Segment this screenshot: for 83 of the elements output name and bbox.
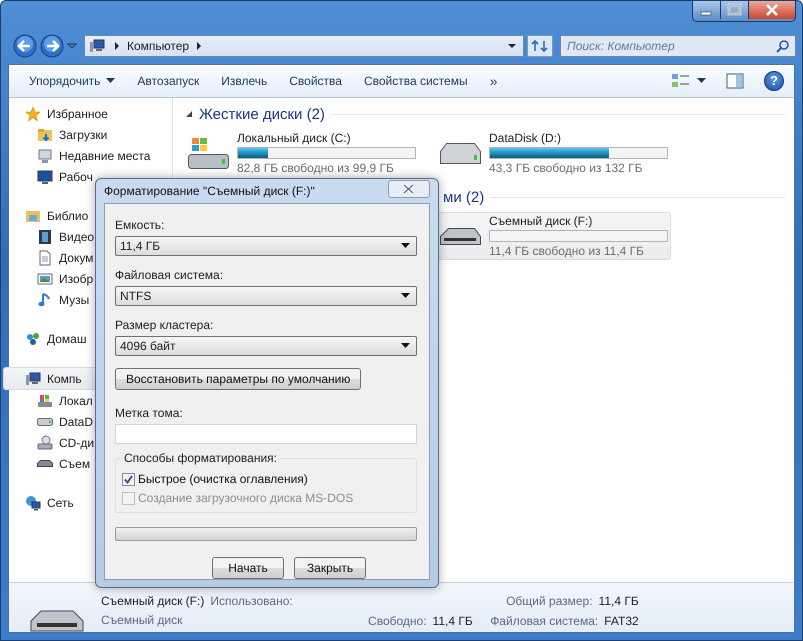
group-title: Способы форматирования: bbox=[122, 451, 279, 465]
dialog-title: Форматирование "Съемный диск (F:)" bbox=[104, 184, 315, 198]
field-label: Размер кластера: bbox=[115, 318, 214, 332]
film-icon bbox=[37, 228, 53, 244]
detail-label: Свободно: bbox=[368, 614, 427, 628]
toolbar-button[interactable]: Свойства bbox=[281, 70, 350, 92]
detail-label: Использовано: bbox=[210, 594, 293, 608]
dropdown[interactable]: 11,4 ГБ bbox=[115, 236, 417, 256]
drive-name: DataDisk (D:) bbox=[489, 131, 562, 145]
dropdown[interactable]: 4096 байт bbox=[115, 336, 417, 356]
drive-tile[interactable]: Съемный диск (F:) 11,4 ГБ свободно из 11,4 ГБ bbox=[437, 212, 671, 260]
caret-icon bbox=[106, 78, 116, 84]
search-icon[interactable] bbox=[776, 39, 790, 53]
hard-drive-icon bbox=[440, 142, 481, 164]
sidebar-item[interactable]: CD-ди bbox=[9, 432, 166, 453]
dropdown-caret-icon bbox=[401, 243, 410, 249]
drive-tile[interactable]: DataDisk (D:) 43,3 ГБ свободно из 132 ГБ bbox=[437, 129, 671, 177]
toolbar-button[interactable]: Извлечь bbox=[213, 70, 276, 92]
sidebar-item[interactable]: Избранное bbox=[9, 103, 166, 124]
refresh-icon[interactable] bbox=[527, 35, 553, 57]
drive-name: Локальный диск (C:) bbox=[237, 131, 352, 145]
organize-menu-button[interactable]: Упорядочить bbox=[21, 70, 124, 92]
detail-label: Общий размер: bbox=[506, 594, 593, 608]
free-space-text: 11,4 ГБ свободно из 11,4 ГБ bbox=[489, 244, 646, 258]
network-people-icon bbox=[25, 330, 41, 346]
detail-value: 11,4 ГБ bbox=[598, 594, 639, 608]
caret-icon[interactable] bbox=[697, 78, 706, 84]
computer-icon bbox=[89, 38, 107, 54]
group-heading: Жесткие диски (2) bbox=[199, 106, 325, 122]
view-options-icon[interactable] bbox=[671, 73, 691, 89]
drive-tile[interactable]: Локальный диск (C:) 82,8 ГБ свободно из 99,9 ГБ bbox=[185, 129, 419, 177]
detail-label: Файловая система: bbox=[490, 614, 598, 628]
search-field[interactable]: Поиск: Компьютер bbox=[560, 35, 796, 57]
drive-name: Съемный диск (F:) bbox=[489, 214, 594, 228]
toolbar-button[interactable]: Свойства системы bbox=[356, 70, 476, 92]
preview-pane-icon[interactable] bbox=[726, 73, 744, 89]
close-icon[interactable] bbox=[749, 1, 795, 19]
checkbox-label[interactable]: Быстрое (очистка оглавления) bbox=[138, 472, 308, 486]
computer-icon bbox=[25, 370, 41, 386]
close-button[interactable]: Закрыть bbox=[294, 557, 366, 579]
drive-name: Съемный диск (F:) bbox=[101, 594, 204, 608]
drive-with-windows-logo-icon bbox=[188, 138, 229, 168]
chevron-icon[interactable] bbox=[113, 41, 121, 51]
sidebar-item[interactable]: Недавние места bbox=[9, 145, 166, 166]
folder-icon bbox=[37, 126, 53, 142]
detail-value: 11,4 ГБ bbox=[432, 614, 473, 628]
start-button[interactable]: Начать bbox=[212, 557, 284, 579]
drive-icon bbox=[37, 418, 53, 426]
close-icon[interactable] bbox=[388, 180, 430, 198]
dropdown[interactable]: NTFS bbox=[115, 286, 417, 306]
breadcrumb[interactable]: Компьютер bbox=[127, 39, 190, 53]
input-field[interactable] bbox=[115, 424, 417, 444]
chevron-icon[interactable] bbox=[195, 41, 204, 51]
toolbar-button[interactable]: Автозапуск bbox=[129, 70, 208, 92]
document-icon bbox=[37, 250, 53, 266]
field-label: Емкость: bbox=[115, 218, 166, 232]
more-commands-button[interactable]: » bbox=[482, 69, 506, 93]
monitor-icon bbox=[37, 148, 53, 164]
removable-drive-icon bbox=[440, 228, 481, 244]
removable-drive-icon bbox=[37, 460, 53, 467]
drive-icon bbox=[37, 392, 53, 408]
star-icon bbox=[25, 106, 41, 122]
sidebar-item[interactable]: Рабоч bbox=[9, 166, 166, 187]
sidebar-item[interactable]: Загрузки bbox=[9, 124, 166, 145]
collapse-arrow-icon[interactable] bbox=[185, 110, 193, 118]
checkbox-label: Создание загрузочного диска MS-DOS bbox=[138, 491, 354, 505]
picture-icon bbox=[37, 270, 53, 286]
checkbox[interactable] bbox=[122, 472, 135, 486]
address-bar[interactable]: Компьютер bbox=[84, 35, 524, 57]
group-heading: ми (2) bbox=[443, 188, 484, 206]
drive-type: Съемный диск bbox=[101, 613, 184, 627]
dropdown-caret-icon bbox=[401, 343, 410, 349]
detail-value: FAT32 bbox=[604, 614, 639, 628]
dropdown-caret-icon[interactable] bbox=[507, 41, 517, 51]
network-icon bbox=[25, 494, 41, 510]
dropdown-caret-icon bbox=[401, 293, 410, 299]
monitor-icon bbox=[37, 168, 53, 184]
restore-defaults-button[interactable]: Восстановить параметры по умолчанию bbox=[115, 368, 362, 390]
free-space-text: 43,3 ГБ свободно из 132 ГБ bbox=[489, 161, 644, 175]
free-space-text: 82,8 ГБ свободно из 99,9 ГБ bbox=[237, 161, 395, 175]
field-label: Метка тома: bbox=[115, 406, 184, 420]
optical-drive-icon bbox=[37, 434, 53, 450]
field-label: Файловая система: bbox=[115, 268, 224, 282]
